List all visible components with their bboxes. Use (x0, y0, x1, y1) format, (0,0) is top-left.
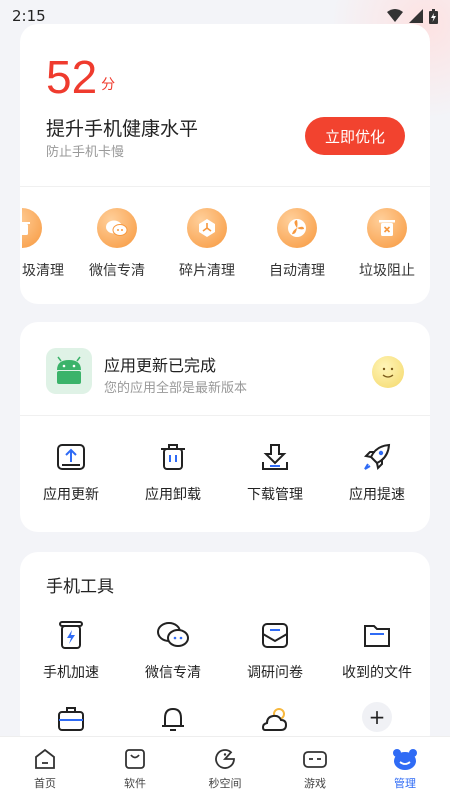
upload-box-icon (54, 440, 88, 474)
block-icon (367, 208, 407, 248)
tool-app-uninstall[interactable]: 应用卸载 (122, 440, 224, 504)
quick-item-label: 垃圾阻止 (359, 263, 415, 279)
fan-icon (277, 208, 317, 248)
quick-clean-row: 圾清理 微信专清 碎片清理 自动清理 垃圾阻止 (20, 208, 430, 304)
wifi-icon (387, 9, 403, 22)
plus-icon[interactable]: + (362, 702, 392, 732)
quick-item-label: 圾清理 (22, 263, 64, 279)
nav-software[interactable]: 软件 (92, 747, 178, 791)
fragment-icon (187, 208, 227, 248)
nav-space[interactable]: 秒空间 (182, 747, 268, 791)
app-update-card: 应用更新已完成 您的应用全部是最新版本 应用更新 应用卸载 下载管理 应用提速 (20, 322, 430, 532)
quick-item-junk-clean[interactable]: 圾清理 (22, 208, 70, 280)
nav-home[interactable]: 首页 (2, 747, 88, 791)
score-display: 52 分 (46, 52, 115, 102)
tool-label: 应用更新 (43, 487, 99, 503)
status-icons (387, 8, 438, 24)
quick-item-label: 碎片清理 (179, 263, 235, 279)
tool-label: 下载管理 (247, 487, 303, 503)
nav-label: 软件 (124, 776, 146, 790)
trash-icon (156, 440, 190, 474)
battery-bolt-icon (54, 618, 88, 652)
tool-briefcase[interactable] (20, 702, 122, 736)
quick-item-fragment-clean[interactable]: 碎片清理 (164, 208, 250, 280)
mail-icon (258, 618, 292, 652)
update-tools-row: 应用更新 应用卸载 下载管理 应用提速 (20, 440, 430, 504)
battery-icon (429, 8, 438, 24)
home-icon (35, 748, 55, 769)
health-score: 52 (46, 51, 98, 103)
bell-icon (156, 702, 190, 736)
tool-label: 应用提速 (349, 487, 405, 503)
phone-tools-card: 手机工具 手机加速 微信专清 调研问卷 收到的文件 + (20, 552, 430, 752)
nav-label: 游戏 (304, 776, 326, 790)
nav-label: 秒空间 (208, 776, 242, 790)
update-title: 应用更新已完成 (104, 356, 217, 375)
tool-app-speedup[interactable]: 应用提速 (326, 440, 428, 504)
nav-label: 首页 (34, 776, 56, 790)
folder-icon (360, 618, 394, 652)
quick-item-auto-clean[interactable]: 自动清理 (254, 208, 340, 280)
tool-survey[interactable]: 调研问卷 (224, 618, 326, 682)
trash-can-icon (22, 208, 42, 248)
smiley-icon (372, 356, 404, 388)
tool-label: 微信专清 (145, 665, 201, 681)
divider (20, 415, 430, 416)
chat-bubbles-icon (156, 618, 190, 652)
wechat-icon (97, 208, 137, 248)
tools-title: 手机工具 (46, 577, 114, 597)
status-time: 2:15 (12, 7, 46, 25)
update-subtitle: 您的应用全部是最新版本 (104, 381, 248, 396)
tool-received-files[interactable]: 收到的文件 (326, 618, 428, 682)
game-icon (303, 750, 327, 768)
score-subtitle: 防止手机卡慢 (46, 145, 125, 160)
briefcase-icon (54, 702, 88, 736)
tool-wechat-clean[interactable]: 微信专清 (122, 618, 224, 682)
tool-app-update[interactable]: 应用更新 (20, 440, 122, 504)
quick-item-label: 微信专清 (89, 263, 145, 279)
phone-tools-row: 手机加速 微信专清 调研问卷 收到的文件 (20, 618, 430, 682)
rocket-icon (360, 440, 394, 474)
health-score-card: 52 分 提升手机健康水平 防止手机卡慢 立即优化 圾清理 微信专清 碎片清理 (20, 24, 430, 304)
phone-tools-row-2: + (20, 702, 430, 736)
tool-phone-boost[interactable]: 手机加速 (20, 618, 122, 682)
nav-manage[interactable]: 管理 (362, 747, 448, 791)
quick-item-junk-block[interactable]: 垃圾阻止 (344, 208, 430, 280)
cellular-icon (409, 9, 423, 23)
quick-item-wechat-clean[interactable]: 微信专清 (74, 208, 160, 280)
software-icon (125, 748, 145, 769)
quick-item-label: 自动清理 (269, 263, 325, 279)
android-icon (46, 348, 92, 394)
tool-label: 调研问卷 (247, 665, 303, 681)
tool-label: 手机加速 (43, 665, 99, 681)
tool-add[interactable]: + (326, 702, 428, 736)
tool-download-manager[interactable]: 下载管理 (224, 440, 326, 504)
tool-label: 收到的文件 (342, 665, 412, 681)
status-bar: 2:15 (0, 0, 450, 32)
bottom-nav: 首页 软件 秒空间 游戏 管理 (0, 736, 450, 800)
space-icon (215, 748, 235, 769)
score-unit: 分 (101, 77, 116, 93)
manage-icon (393, 748, 417, 770)
weather-icon (258, 702, 292, 736)
score-title: 提升手机健康水平 (46, 118, 199, 140)
download-icon (258, 440, 292, 474)
nav-games[interactable]: 游戏 (272, 747, 358, 791)
divider (20, 186, 430, 187)
optimize-now-button[interactable]: 立即优化 (305, 117, 405, 155)
tool-label: 应用卸载 (145, 487, 201, 503)
tool-weather[interactable] (224, 702, 326, 736)
nav-label: 管理 (394, 776, 416, 790)
tool-notifications[interactable] (122, 702, 224, 736)
